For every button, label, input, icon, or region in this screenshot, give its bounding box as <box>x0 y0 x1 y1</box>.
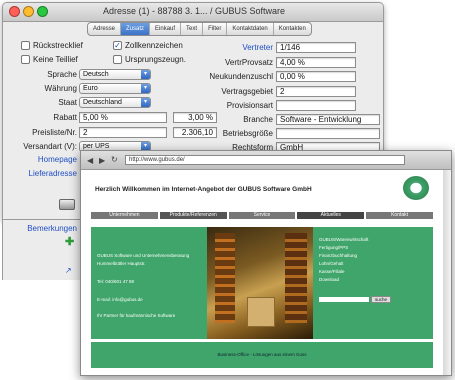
tab-kontakten[interactable]: Kontakten <box>274 23 311 35</box>
rabatt-label: Rabatt <box>53 113 77 122</box>
nav-produkte[interactable]: Produkte/Referenzen <box>159 212 227 219</box>
title-bar: Adresse (1) - 88788 3. 1... / GUBUS Soft… <box>3 3 383 22</box>
branche-label: Branche <box>243 115 273 124</box>
bemerkungen-link-2[interactable]: Bemerkungen <box>3 224 77 233</box>
zollkenn-checkbox[interactable]: ✓ <box>113 41 122 50</box>
product-link-4[interactable]: Lohn/Gehalt <box>319 261 344 266</box>
web-page: Herzlich Willkommen im Internet-Angebot … <box>81 170 443 375</box>
search-input[interactable] <box>319 297 369 302</box>
company-address: Hummelbüttler Hauptstr. <box>97 261 146 266</box>
browser-window: ◀ ▶ ↻ http://www.gubus.de/ Herzlich Will… <box>80 150 452 376</box>
forward-icon[interactable]: ▶ <box>99 156 109 165</box>
shelf-right <box>285 233 307 323</box>
window-lower-panel: Bemerkungen ✚ ↗ <box>2 220 80 280</box>
tab-text[interactable]: Text <box>181 23 204 35</box>
preisliste-field[interactable]: 2 <box>79 127 167 138</box>
staat-select[interactable]: Deutschland ▾ <box>79 97 151 108</box>
vertreter-label[interactable]: Vertreter <box>203 43 273 52</box>
reload-icon[interactable]: ↻ <box>111 155 121 165</box>
provisionsart-label: Provisionsart <box>226 101 273 110</box>
company-email[interactable]: E-mail: info@gubus.de <box>97 297 143 302</box>
add-icon[interactable]: ✚ <box>65 237 75 248</box>
disk-icon[interactable] <box>59 199 75 210</box>
rabatt-field[interactable]: 5,00 % <box>79 112 167 123</box>
tab-kontaktdaten[interactable]: Kontaktdaten <box>227 23 274 35</box>
waehrung-label: Währung <box>44 84 77 93</box>
tab-einkauf[interactable]: Einkauf <box>150 23 182 35</box>
browser-toolbar: ◀ ▶ ↻ http://www.gubus.de/ <box>81 151 451 170</box>
provisionsart-field[interactable] <box>276 100 356 111</box>
neukunde-label: Neukundenzuschl <box>209 72 273 81</box>
shelf-left <box>215 233 235 323</box>
sprache-value: Deutsch <box>83 71 109 78</box>
staat-label: Staat <box>58 98 77 107</box>
product-link-5[interactable]: Kasse/Filiale <box>319 269 345 274</box>
betriebsgroesse-label: Betriebsgröße <box>222 129 273 138</box>
footer-text: Business-Office - Lösungen aus einem Gus… <box>217 352 307 357</box>
footer-bar: Business-Office - Lösungen aus einem Gus… <box>91 342 433 368</box>
back-icon[interactable]: ◀ <box>87 156 97 165</box>
tab-adresse[interactable]: Adresse <box>88 23 122 35</box>
company-slogan: Ihr Partner für kaufmännische Software <box>97 313 176 318</box>
vertragsgebiet-label: Vertragsgebiet <box>221 87 273 96</box>
homepage-link[interactable]: Homepage <box>7 155 77 164</box>
nav-unternehmen[interactable]: Unternehmen <box>91 212 158 219</box>
nav-kontakt[interactable]: Kontakt <box>366 212 433 219</box>
window-title: Adresse (1) - 88788 3. 1... / GUBUS Soft… <box>102 6 286 16</box>
link-icon[interactable]: ↗ <box>65 266 72 275</box>
preisliste-label: Preisliste/Nr. <box>32 128 77 137</box>
staat-value: Deutschland <box>83 99 122 106</box>
rueckscheck-label: Rückstrecklief <box>33 41 83 50</box>
right-links-panel: GUBUS/Warenwirtschaft Fertigung/PPS Fina… <box>313 227 433 339</box>
ursprung-checkbox[interactable] <box>113 55 122 64</box>
product-link-1[interactable]: GUBUS/Warenwirtschaft <box>319 237 368 242</box>
product-link-6[interactable]: Download <box>319 277 339 282</box>
sprache-label: Sprache <box>47 70 77 79</box>
site-nav: Unternehmen Produkte/Referenzen Service … <box>91 212 433 219</box>
sprache-select[interactable]: Deutsch ▾ <box>79 69 151 80</box>
nav-aktuelles[interactable]: Aktuelles <box>297 212 365 219</box>
versandart-value: per UPS <box>83 143 110 150</box>
zollkenn-label: Zollkennzeichen <box>125 41 183 50</box>
product-link-3[interactable]: Finanzbuchhaltung <box>319 253 357 258</box>
company-phone: Tel: 040/601 47 88 <box>97 279 135 284</box>
betriebsgroesse-field[interactable] <box>276 128 380 139</box>
ursprung-label: Ursprungszeugn. <box>125 55 186 64</box>
url-input[interactable]: http://www.gubus.de/ <box>125 155 405 165</box>
pallet-box <box>247 297 275 327</box>
company-name: GUBUS Software und Unternehmensberatung <box>97 253 190 258</box>
nav-service[interactable]: Service <box>228 212 296 219</box>
chevron-down-icon: ▾ <box>141 70 150 79</box>
tab-zusatz[interactable]: Zusatz <box>121 23 151 35</box>
chevron-down-icon: ▾ <box>141 84 150 93</box>
branche-field[interactable]: Software - Entwicklung <box>276 114 380 125</box>
versandart-label: Versandart (V): <box>23 142 77 151</box>
tab-bar: Adresse Zusatz Einkauf Text Filter Konta… <box>87 22 312 36</box>
waehrung-value: Euro <box>83 85 98 92</box>
keine-teil-label: Keine Teillief <box>33 55 78 64</box>
tab-filter[interactable]: Filter <box>203 23 228 35</box>
chevron-down-icon: ▾ <box>141 98 150 107</box>
keine-teil-checkbox[interactable] <box>21 55 30 64</box>
neukunde-field[interactable]: 0,00 % <box>276 71 356 82</box>
vertical-scrollbar[interactable] <box>443 170 451 375</box>
vertrprov-label: VertrProvsatz <box>224 58 273 67</box>
left-info-panel: GUBUS Software und Unternehmensberatung … <box>91 227 207 339</box>
product-link-2[interactable]: Fertigung/PPS <box>319 245 348 250</box>
lieferadresse-link[interactable]: Lieferadresse <box>7 169 77 178</box>
welcome-heading: Herzlich Willkommen im Internet-Angebot … <box>95 186 312 193</box>
gubus-logo <box>403 176 429 200</box>
warehouse-photo <box>207 227 313 339</box>
vertreter-field[interactable]: 1/146 <box>276 42 356 53</box>
waehrung-select[interactable]: Euro ▾ <box>79 83 151 94</box>
vertrprov-field[interactable]: 4,00 % <box>276 57 356 68</box>
rueckscheck-checkbox[interactable] <box>21 41 30 50</box>
vertragsgebiet-field[interactable]: 2 <box>276 86 356 97</box>
search-button[interactable]: suche <box>371 296 392 303</box>
